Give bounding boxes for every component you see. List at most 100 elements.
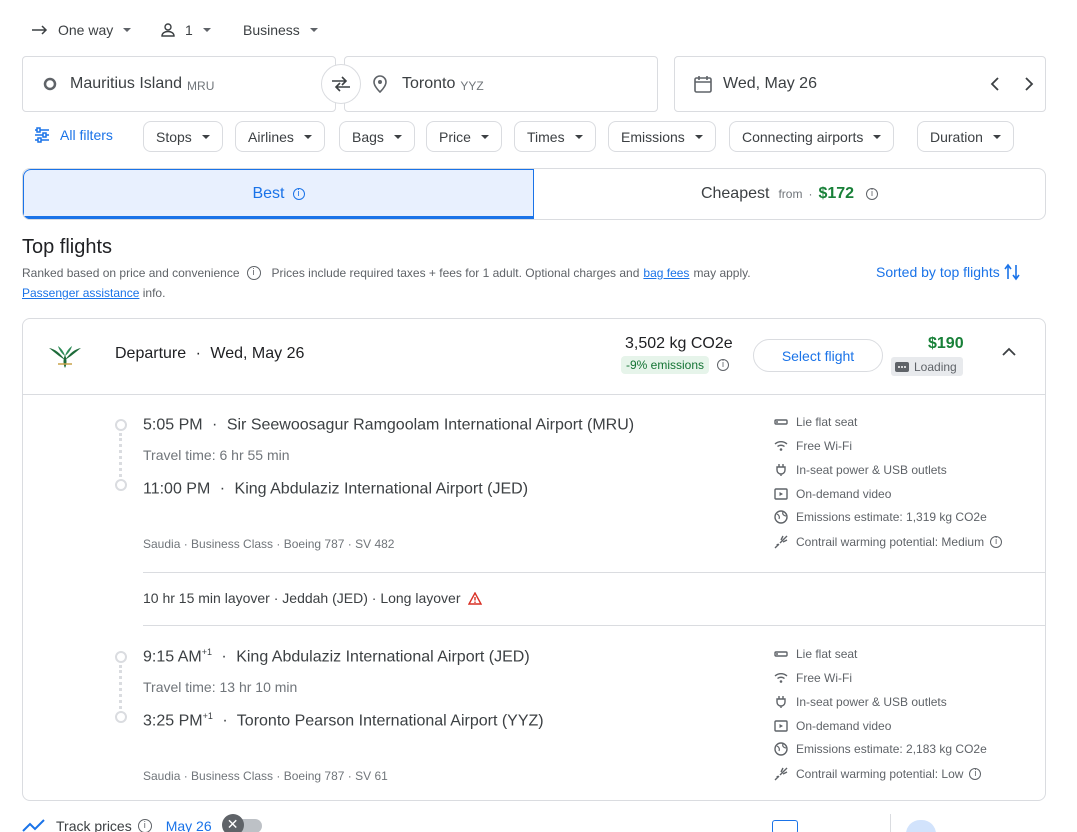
info-icon[interactable]: i — [866, 188, 879, 200]
info-icon[interactable]: i — [969, 768, 982, 780]
tab-best[interactable]: Best i — [23, 169, 534, 219]
segment-departure: 5:05 PM · Sir Seewoosagur Ramgoolam Inte… — [143, 415, 634, 434]
collapse-button[interactable] — [1001, 347, 1017, 357]
chip-label: Emissions — [621, 128, 685, 145]
sort-tabs: Best i Cheapest from · $172 i — [22, 168, 1046, 220]
filter-chip-connecting-airports[interactable]: Connecting airports — [729, 121, 895, 152]
amenity-power: In-seat power & USB outlets — [774, 695, 947, 709]
filter-chip-times[interactable]: Times — [514, 121, 596, 152]
video-icon — [774, 487, 796, 501]
track-toggle[interactable]: ✕ — [221, 814, 262, 832]
price-graph-icon[interactable] — [906, 820, 936, 832]
info-icon[interactable]: i — [246, 266, 261, 280]
origin-field[interactable]: Mauritius Island MRU — [22, 56, 336, 112]
filter-chip-price[interactable]: Price — [426, 121, 502, 152]
warning-icon — [468, 591, 483, 605]
segment-departure: 9:15 AM+1 · King Abdulaziz International… — [143, 647, 530, 666]
dot-separator: · — [221, 648, 227, 666]
info-icon[interactable]: i — [292, 188, 305, 200]
departure-heading: Departure · Wed, May 26 — [115, 345, 304, 363]
person-icon — [161, 23, 175, 37]
dot-separator: · — [808, 187, 813, 201]
chevron-down-icon — [480, 134, 489, 139]
dot-separator: · — [212, 416, 218, 434]
travel-time: Travel time: 6 hr 55 min — [143, 447, 290, 463]
amenity-label: Free Wi-Fi — [796, 439, 852, 453]
dot-separator: · — [195, 345, 201, 362]
assistance-line: Passenger assistance info. — [22, 286, 165, 300]
track-prices-row: Track prices i May 26 ✕ — [22, 814, 262, 832]
amenity-seat: Lie flat seat — [774, 415, 857, 429]
swap-button[interactable] — [321, 64, 361, 104]
layover-text: 10 hr 15 min layover · Jeddah (JED) · Lo… — [143, 590, 461, 606]
filter-chip-emissions[interactable]: Emissions — [608, 121, 716, 152]
amenity-label: Free Wi-Fi — [796, 671, 852, 685]
bag-fees-link[interactable]: bag fees — [643, 266, 689, 280]
select-flight-label: Select flight — [781, 347, 855, 364]
swap-arrows-icon — [331, 76, 351, 92]
sort-button[interactable]: Sorted by top flights — [876, 263, 1020, 281]
loading-badge: Loading — [891, 357, 963, 376]
origin-circle-icon — [43, 77, 57, 91]
amenity-label: In-seat power & USB outlets — [796, 463, 947, 477]
tab-cheapest-label: Cheapest — [700, 185, 770, 202]
globe-icon — [774, 742, 796, 756]
info-icon[interactable]: i — [990, 536, 1003, 548]
sort-label: Sorted by top flights — [876, 264, 1000, 280]
destination-name: Toronto — [402, 75, 456, 92]
tab-cheapest[interactable]: Cheapest from · $172 i — [534, 169, 1045, 219]
amenity-video: On-demand video — [774, 719, 891, 733]
flight-card: Departure · Wed, May 26 3,502 kg CO2e -9… — [22, 318, 1046, 801]
amenity-power: In-seat power & USB outlets — [774, 463, 947, 477]
all-filters-button[interactable]: All filters — [34, 127, 113, 143]
next-date-button[interactable] — [1020, 76, 1036, 92]
amenity-label: In-seat power & USB outlets — [796, 695, 947, 709]
arrow-right-icon — [32, 25, 48, 35]
track-prices-label: Track prices — [56, 818, 132, 832]
prices-text: Prices include required taxes + fees for… — [271, 266, 640, 280]
tab-cheapest-price: $172 — [818, 185, 855, 202]
amenity-emissions: Emissions estimate: 1,319 kg CO2e — [774, 510, 987, 524]
divider — [23, 394, 1045, 395]
select-flight-button[interactable]: Select flight — [753, 339, 883, 372]
origin-code: MRU — [187, 78, 215, 93]
amenity-emissions: Emissions estimate: 2,183 kg CO2e — [774, 742, 987, 756]
passenger-assistance-link[interactable]: Passenger assistance — [22, 286, 139, 300]
info-icon[interactable]: i — [717, 359, 730, 371]
date-grid-icon[interactable] — [772, 820, 798, 832]
chevron-down-icon — [992, 134, 1001, 139]
info-icon[interactable]: i — [137, 819, 152, 832]
chevron-down-icon — [694, 134, 703, 139]
destination-field[interactable]: Toronto YYZ — [344, 56, 658, 112]
info-text: info. — [142, 286, 166, 300]
cabin-class-select[interactable]: Business — [243, 18, 318, 42]
chevron-down-icon — [303, 134, 312, 139]
filter-chip-duration[interactable]: Duration — [917, 121, 1014, 152]
amenity-wifi: Free Wi-Fi — [774, 671, 852, 685]
filter-chip-stops[interactable]: Stops — [143, 121, 223, 152]
filter-chip-bags[interactable]: Bags — [339, 121, 415, 152]
contrail-icon — [774, 767, 796, 781]
amenity-wifi: Free Wi-Fi — [774, 439, 852, 453]
previous-date-button[interactable] — [988, 76, 1004, 92]
chevron-down-icon — [202, 28, 211, 32]
day-offset: +1 — [202, 711, 213, 721]
trip-type-select[interactable]: One way — [32, 18, 132, 42]
chip-label: Bags — [352, 128, 384, 145]
flight-price: $190 — [928, 335, 964, 352]
divider — [890, 814, 891, 832]
amenity-label: Emissions estimate: 2,183 kg CO2e — [796, 742, 987, 756]
arrival-airport: King Abdulaziz International Airport (JE… — [234, 480, 529, 498]
chevron-down-icon — [393, 134, 402, 139]
amenity-label: Lie flat seat — [796, 647, 858, 661]
chip-label: Connecting airports — [742, 128, 864, 145]
layover-info: 10 hr 15 min layover · Jeddah (JED) · Lo… — [143, 590, 483, 606]
loading-icon — [895, 361, 909, 372]
chevron-left-icon — [988, 76, 1004, 92]
track-date: May 26 — [165, 818, 212, 832]
passengers-select[interactable]: 1 — [161, 18, 211, 42]
filter-chip-airlines[interactable]: Airlines — [235, 121, 325, 152]
tab-best-label: Best — [252, 185, 285, 202]
amenity-contrail: Contrail warming potential: Medium i — [774, 535, 1003, 549]
passengers-count: 1 — [185, 22, 193, 38]
